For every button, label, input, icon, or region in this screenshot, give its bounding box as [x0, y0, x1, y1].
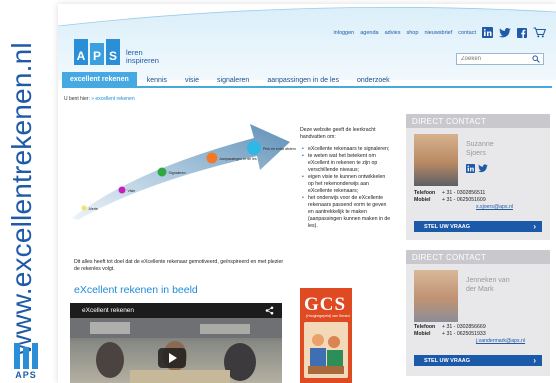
breadcrumb: U bent hier: » excellent rekenen [64, 96, 135, 102]
intro-bullet: eigen visie te kunnen ontwikkelen op het… [300, 174, 392, 195]
link-nieuwsbrief[interactable]: nieuwsbrief [424, 30, 452, 36]
contact-email-link[interactable]: s.sjoers@aps.nl [476, 204, 513, 210]
intro-bullets: eXcellente rekenaars te signaleren; te w… [300, 146, 392, 230]
nav-aanpassingen[interactable]: aanpassingen in de les [259, 74, 347, 86]
contact-name: Jenneken van der Mark [466, 276, 510, 294]
nav-visie[interactable]: visie [177, 74, 207, 86]
book-title-letters: GCS [304, 294, 347, 315]
mobile-label: Mobiel [414, 197, 431, 203]
logo-letter-p: P [90, 43, 104, 65]
logo-tagline-line2: inspireren [126, 56, 159, 65]
nav-kennis[interactable]: kennis [139, 74, 175, 86]
contact-details: Telefoon + 31 - 0302856511 Mobiel + 31 - 0… [414, 190, 513, 211]
side-brand-strip: www.excellentrekenen.nl APS [0, 0, 50, 383]
intro-lead: Deze website geeft de leerkracht handvat… [300, 127, 376, 140]
contact-name-line1: Suzanne [466, 141, 494, 148]
mobile-label: Mobiel [414, 331, 431, 337]
diagram-stage-label: Visie [128, 189, 136, 193]
diagram-stage-dot [247, 141, 261, 155]
link-advies[interactable]: advies [385, 30, 401, 36]
contact-card-2: DIRECT CONTACT Jenneken van der Mark Tel… [406, 250, 550, 376]
phone-value: + 31 - 0302856511 [442, 190, 486, 196]
avatar [414, 134, 458, 186]
nav-onderzoek[interactable]: onderzoek [349, 74, 398, 86]
linkedin-icon[interactable] [482, 27, 493, 38]
link-inloggen[interactable]: inloggen [333, 30, 354, 36]
book-illustration [304, 322, 348, 378]
diagram-stage-label: Signaleren [169, 171, 186, 175]
contact-name: Suzanne Sjoers [466, 140, 494, 158]
logo-letter-a: A [74, 39, 88, 65]
twitter-icon[interactable] [499, 27, 511, 38]
diagram-stage-dot [118, 186, 126, 194]
mobile-value: + 31 - 0625051609 [442, 197, 486, 203]
link-contact[interactable]: contact [458, 30, 476, 36]
book-subtitle: (Hooghegepeld) van Gerard [306, 314, 350, 318]
linkedin-icon[interactable] [466, 164, 475, 173]
facebook-icon[interactable] [517, 27, 527, 38]
contact-name-line2: Sjoers [466, 150, 486, 157]
intro-bullet: het onderwijs voor de eXcellente rekenaa… [300, 195, 392, 230]
search-box [456, 53, 544, 65]
play-button[interactable] [158, 348, 186, 368]
contact-heading: DIRECT CONTACT [406, 114, 550, 128]
mobile-value: + 31 - 0625051933 [442, 331, 486, 337]
book-cover[interactable]: GCS (Hooghegepeld) van Gerard [300, 288, 352, 383]
site-header: A P S leren inspireren inloggen agenda a… [58, 4, 556, 80]
contact-heading: DIRECT CONTACT [406, 250, 550, 264]
video-title: eXcellent rekenen [82, 307, 135, 314]
logo-letter-s: S [106, 39, 120, 65]
intro-text: Deze website geeft de leerkracht handvat… [300, 127, 392, 230]
search-input[interactable] [461, 56, 535, 62]
intro-bullet: te weten wat het betekent om eXcellent i… [300, 153, 392, 174]
contact-name-line1: Jenneken van [466, 277, 510, 284]
contact-email-link[interactable]: j.vandermark@aps.nl [476, 338, 525, 344]
ask-question-button[interactable]: STEL UW VRAAG [414, 355, 542, 366]
phone-label: Telefoon [414, 190, 436, 196]
play-icon [169, 353, 177, 363]
link-agenda[interactable]: agenda [360, 30, 378, 36]
breadcrumb-prefix: U bent hier: [64, 96, 90, 102]
body-paragraph: Dit alles heeft tot doel dat de eXcellen… [74, 259, 284, 272]
website-screenshot: A P S leren inspireren inloggen agenda a… [58, 4, 556, 383]
nav-signaleren[interactable]: signaleren [209, 74, 257, 86]
header-curve-decoration [58, 4, 556, 26]
twitter-icon[interactable] [478, 164, 488, 173]
side-url-text: www.excellentrekenen.nl [6, 42, 37, 355]
diagram-stage-label: Aanpassingen in de les [220, 157, 257, 161]
contact-card-1: DIRECT CONTACT Suzanne Sjoers Telefoon + … [406, 114, 550, 240]
main-nav: excellent rekenen kennis visie signalere… [62, 72, 398, 86]
cart-icon[interactable] [533, 27, 546, 38]
aps-logo[interactable]: A P S leren inspireren [74, 37, 159, 65]
logo-tagline: leren inspireren [126, 49, 159, 65]
side-logo-text: APS [15, 370, 37, 380]
diagram-stage-label: Alerte [89, 207, 98, 211]
ask-question-button[interactable]: STEL UW VRAAG [414, 221, 542, 232]
link-shop[interactable]: shop [407, 30, 419, 36]
avatar [414, 270, 458, 322]
aps-side-logo: APS [13, 342, 39, 380]
section-title: eXcellent rekenen in beeld [74, 284, 198, 296]
diagram-stage-label: Plek en extra afstemde programma's [263, 147, 296, 151]
diagram-stage-dot [157, 167, 167, 177]
top-links: inloggen agenda advies shop nieuwsbrief … [333, 27, 546, 38]
diagram-stage-dot [206, 152, 218, 164]
breadcrumb-link[interactable]: » excellent rekenen [91, 96, 134, 102]
contact-name-line2: der Mark [466, 286, 494, 293]
video-player[interactable]: eXcellent rekenen [70, 303, 282, 383]
video-title-bar: eXcellent rekenen [70, 303, 282, 318]
intro-bullet: eXcellente rekenaars te signaleren; [300, 146, 392, 153]
nav-divider [62, 86, 552, 88]
diagram-stage-dot [81, 205, 87, 211]
phone-value: + 31 - 0302856669 [442, 324, 486, 330]
excellence-arrow-diagram: Alerte Visie Signaleren Aanpassingen in de … [72, 124, 296, 220]
contact-details: Telefoon + 31 - 0302856669 Mobiel + 31 - 0… [414, 324, 525, 345]
share-icon[interactable] [265, 306, 274, 315]
nav-excellent-rekenen[interactable]: excellent rekenen [62, 72, 137, 86]
phone-label: Telefoon [414, 324, 436, 330]
contact-social [466, 164, 488, 173]
search-icon[interactable] [532, 55, 540, 63]
